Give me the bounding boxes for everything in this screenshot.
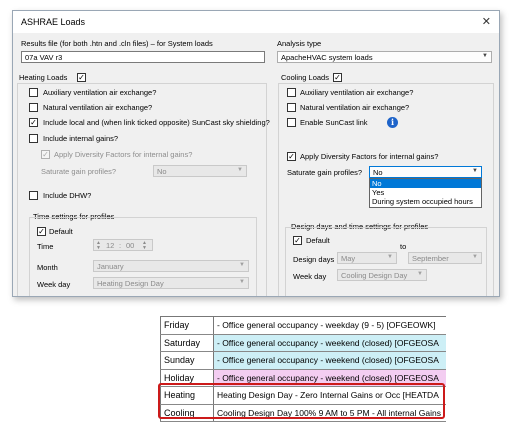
cooling-diversity-checkbox[interactable]: ✓ bbox=[287, 152, 296, 161]
ashrae-loads-dialog: ASHRAE Loads ✕ Results file (for both .h… bbox=[12, 10, 500, 297]
close-icon[interactable]: ✕ bbox=[482, 15, 491, 28]
cooling-nat-vent-label: Natural ventilation air exchange? bbox=[300, 103, 410, 112]
design-to-value: September bbox=[412, 254, 449, 263]
cooling-diversity-label: Apply Diversity Factors for internal gai… bbox=[300, 152, 439, 161]
chevron-down-icon: ▼ bbox=[472, 168, 478, 174]
time-minute-value: 00 bbox=[126, 241, 135, 250]
time-label: Time bbox=[37, 242, 54, 251]
cooling-weekday-select[interactable]: Cooling Design Day ▼ bbox=[337, 269, 427, 281]
time-spinner[interactable]: ▲ ▼ 12 : 00 ▲ ▼ bbox=[93, 239, 153, 251]
design-to-select[interactable]: September ▼ bbox=[408, 252, 482, 264]
info-icon[interactable]: i bbox=[387, 117, 398, 128]
design-default-checkbox[interactable]: ✓ bbox=[293, 236, 302, 245]
heating-weekday-value: Heating Design Day bbox=[97, 279, 164, 288]
design-from-select[interactable]: May ▼ bbox=[337, 252, 397, 264]
window-title: ASHRAE Loads bbox=[21, 17, 86, 27]
chevron-down-icon: ▼ bbox=[237, 167, 243, 173]
chevron-down-icon: ▼ bbox=[142, 245, 147, 251]
day-cell: Sunday bbox=[160, 352, 214, 369]
design-days-label: Design days bbox=[293, 255, 335, 264]
heating-weekday-label: Week day bbox=[37, 280, 71, 289]
heating-aux-vent-checkbox[interactable] bbox=[29, 88, 38, 97]
chevron-down-icon: ▼ bbox=[482, 53, 488, 59]
chevron-down-icon: ▼ bbox=[472, 254, 478, 260]
heating-saturate-value: No bbox=[157, 167, 167, 176]
analysis-type-value: ApacheHVAC system loads bbox=[281, 53, 373, 62]
table-row[interactable]: Sunday - Office general occupancy - week… bbox=[160, 352, 446, 370]
day-cell: Friday bbox=[160, 317, 214, 334]
heating-sky-shielding-checkbox[interactable]: ✓ bbox=[29, 118, 38, 127]
results-file-label: Results file (for both .htn and .cln fil… bbox=[21, 39, 213, 48]
profile-cell: - Office general occupancy - weekend (cl… bbox=[214, 334, 446, 351]
heating-dhw-checkbox[interactable] bbox=[29, 191, 38, 200]
heating-saturate-label: Saturate gain profiles? bbox=[41, 167, 117, 176]
month-value: January bbox=[97, 262, 124, 271]
profile-cell: - Office general occupancy - weekday (9 … bbox=[214, 317, 446, 334]
analysis-type-select[interactable]: ApacheHVAC system loads ▼ bbox=[277, 51, 492, 63]
chevron-down-icon: ▼ bbox=[239, 262, 245, 268]
cooling-saturate-dropdown: No Yes During system occupied hours bbox=[369, 178, 482, 208]
to-label: to bbox=[400, 242, 407, 251]
heating-loads-title: Heating Loads bbox=[19, 73, 68, 82]
heating-aux-vent-label: Auxiliary ventilation air exchange? bbox=[43, 88, 157, 97]
cooling-saturate-value: No bbox=[373, 168, 383, 177]
table-row[interactable]: Friday - Office general occupancy - week… bbox=[160, 317, 446, 335]
cooling-saturate-label: Saturate gain profiles? bbox=[287, 168, 363, 177]
dropdown-option[interactable]: During system occupied hours bbox=[370, 197, 481, 206]
profile-cell: - Office general occupancy - weekend (cl… bbox=[214, 352, 446, 369]
analysis-type-label: Analysis type bbox=[277, 39, 322, 48]
design-default-label: Default bbox=[306, 236, 330, 245]
heating-nat-vent-label: Natural ventilation air exchange? bbox=[43, 103, 153, 112]
cooling-aux-vent-label: Auxiliary ventilation air exchange? bbox=[300, 88, 414, 97]
chevron-down-icon: ▼ bbox=[387, 254, 393, 260]
heating-diversity-checkbox[interactable]: ✓ bbox=[41, 150, 50, 159]
chevron-down-icon: ▼ bbox=[417, 271, 423, 277]
heating-weekday-select[interactable]: Heating Design Day ▼ bbox=[93, 277, 249, 289]
cooling-nat-vent-checkbox[interactable] bbox=[287, 103, 296, 112]
time-hour-value: 12 bbox=[106, 241, 115, 250]
cooling-weekday-label: Week day bbox=[293, 272, 327, 281]
design-from-value: May bbox=[341, 254, 356, 263]
suncast-link-label: Enable SunCast link bbox=[300, 118, 368, 127]
heating-internal-gains-checkbox[interactable] bbox=[29, 134, 38, 143]
month-label: Month bbox=[37, 263, 58, 272]
time-default-checkbox[interactable]: ✓ bbox=[37, 227, 46, 236]
heating-nat-vent-checkbox[interactable] bbox=[29, 103, 38, 112]
heating-internal-gains-label: Include internal gains? bbox=[43, 134, 119, 143]
suncast-link-checkbox[interactable] bbox=[287, 118, 296, 127]
table-row[interactable]: Saturday - Office general occupancy - we… bbox=[160, 334, 446, 352]
design-day-highlight-box bbox=[158, 383, 445, 419]
heating-diversity-label: Apply Diversity Factors for internal gai… bbox=[54, 150, 193, 159]
cooling-loads-checkbox[interactable]: ✓ bbox=[333, 73, 342, 82]
heating-loads-checkbox[interactable]: ✓ bbox=[77, 73, 86, 82]
cooling-saturate-select[interactable]: No ▼ bbox=[369, 166, 482, 178]
title-bar: ASHRAE Loads ✕ bbox=[13, 11, 499, 33]
time-separator: : bbox=[119, 241, 122, 250]
results-file-input[interactable]: 07a VAV r3 bbox=[21, 51, 265, 63]
heating-dhw-label: Include DHW? bbox=[43, 191, 92, 200]
cooling-loads-title: Cooling Loads bbox=[281, 73, 329, 82]
dropdown-option[interactable]: No bbox=[370, 179, 481, 188]
heating-sky-shielding-label: Include local and (when link ticked oppo… bbox=[43, 118, 270, 127]
heating-saturate-select[interactable]: No ▼ bbox=[153, 165, 247, 177]
day-cell: Saturday bbox=[160, 334, 214, 351]
cooling-aux-vent-checkbox[interactable] bbox=[287, 88, 296, 97]
month-select[interactable]: January ▼ bbox=[93, 260, 249, 272]
chevron-down-icon: ▼ bbox=[239, 279, 245, 285]
cooling-weekday-value: Cooling Design Day bbox=[341, 271, 408, 280]
time-default-label: Default bbox=[49, 227, 73, 236]
dropdown-option[interactable]: Yes bbox=[370, 188, 481, 197]
chevron-down-icon: ▼ bbox=[96, 245, 101, 251]
